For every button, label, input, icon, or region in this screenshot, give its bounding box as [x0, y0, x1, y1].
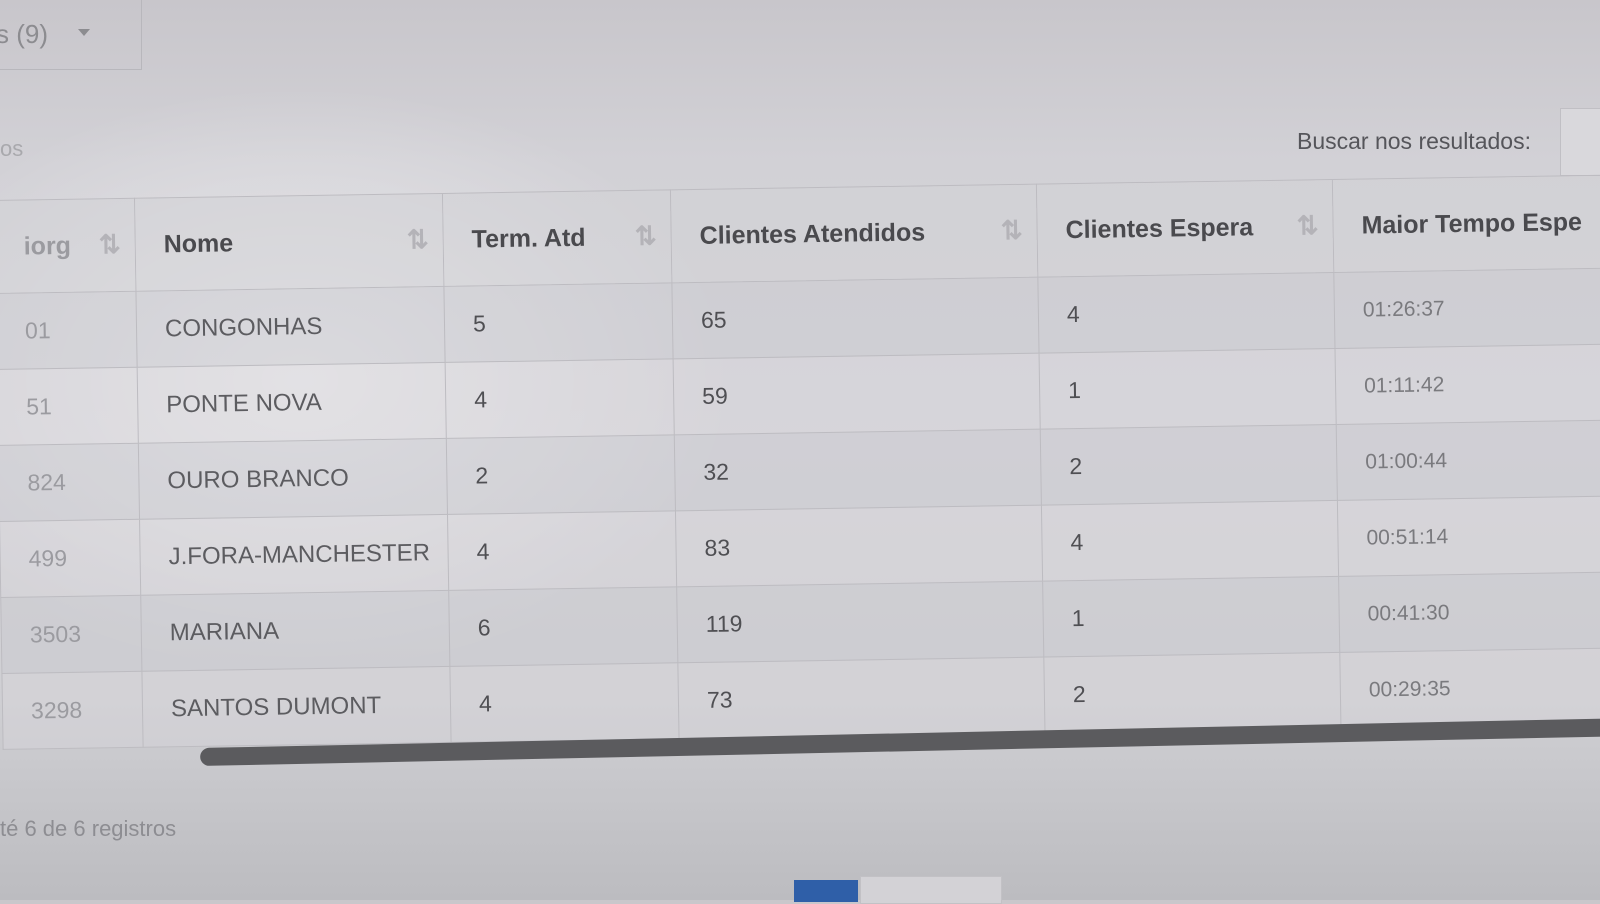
- cell-nome: OURO BRANCO: [138, 438, 448, 520]
- pagination-current-page[interactable]: [794, 880, 858, 902]
- sort-arrows-icon: ⇅: [1296, 210, 1315, 241]
- cell-clientes-atendidos: 73: [677, 657, 1046, 739]
- cell-maior-tempo: 00:51:14: [1337, 495, 1600, 577]
- sort-arrows-icon: ⇅: [406, 224, 425, 255]
- cell-clientes-atendidos: 32: [674, 429, 1042, 511]
- cell-clientes-atendidos: 59: [673, 353, 1041, 435]
- column-header-clientes-atendidos[interactable]: Clientes Atendidos ⇅: [670, 184, 1038, 283]
- partial-label: os: [0, 136, 24, 161]
- column-header-code[interactable]: iorg ⇅: [0, 198, 136, 294]
- cell-term-atd: 6: [448, 586, 678, 667]
- cell-term-atd: 4: [447, 510, 677, 591]
- dropdown-label: s (9): [0, 19, 48, 49]
- sort-arrows-icon: ⇅: [98, 229, 117, 260]
- cell-maior-tempo: 01:11:42: [1334, 343, 1600, 425]
- cell-nome: SANTOS DUMONT: [141, 666, 452, 748]
- cell-nome: MARIANA: [140, 590, 450, 672]
- cell-code: 499: [0, 519, 141, 598]
- cell-code: 01: [0, 291, 138, 370]
- column-header-term-atd[interactable]: Term. Atd ⇅: [442, 189, 672, 287]
- cell-clientes-espera: 1: [1042, 576, 1340, 658]
- cell-term-atd: 4: [449, 662, 680, 743]
- results-table-wrapper: iorg ⇅ Nome ⇅ Term. Atd ⇅ Clientes Atend…: [0, 174, 1600, 750]
- column-header-label: Maior Tempo Espe: [1361, 207, 1583, 240]
- column-header-label: Nome: [163, 228, 234, 258]
- cell-maior-tempo: 01:00:44: [1336, 419, 1600, 501]
- cell-code: 824: [0, 443, 140, 522]
- cell-clientes-atendidos: 65: [671, 277, 1040, 359]
- column-header-nome[interactable]: Nome ⇅: [134, 193, 444, 292]
- column-header-label: iorg: [23, 231, 72, 261]
- cell-maior-tempo: 00:41:30: [1338, 571, 1600, 653]
- cell-maior-tempo: 00:29:35: [1339, 647, 1600, 729]
- cell-term-atd: 2: [446, 434, 676, 515]
- column-header-label: Term. Atd: [471, 223, 586, 254]
- column-header-label: Clientes Atendidos: [699, 217, 926, 250]
- cell-term-atd: 5: [443, 282, 674, 363]
- cell-clientes-espera: 2: [1043, 652, 1341, 734]
- cell-clientes-atendidos: 83: [675, 505, 1043, 587]
- cell-nome: PONTE NOVA: [137, 362, 447, 444]
- cell-clientes-espera: 1: [1039, 348, 1337, 430]
- cell-clientes-espera: 4: [1037, 272, 1335, 354]
- caret-down-icon: [78, 29, 90, 36]
- cell-nome: CONGONHAS: [135, 286, 446, 368]
- sort-arrows-icon: ⇅: [634, 220, 653, 251]
- table-info: té 6 de 6 registros: [0, 816, 177, 841]
- search-label: Buscar nos resultados:: [1297, 128, 1531, 154]
- cell-code: 3298: [1, 671, 144, 750]
- cell-nome: J.FORA-MANCHESTER: [139, 514, 449, 596]
- results-table: iorg ⇅ Nome ⇅ Term. Atd ⇅ Clientes Atend…: [0, 174, 1600, 750]
- sort-arrows-icon: ⇅: [1000, 214, 1019, 246]
- column-filter-dropdown[interactable]: s (9): [0, 0, 142, 70]
- cell-clientes-espera: 4: [1041, 500, 1339, 582]
- search-input[interactable]: [1560, 108, 1600, 176]
- cell-code: 51: [0, 367, 139, 446]
- cell-clientes-atendidos: 119: [676, 581, 1044, 663]
- cell-clientes-espera: 2: [1040, 424, 1338, 506]
- cell-maior-tempo: 01:26:37: [1333, 267, 1600, 349]
- column-header-clientes-espera[interactable]: Clientes Espera ⇅: [1036, 179, 1334, 278]
- column-header-label: Clientes Espera: [1065, 212, 1254, 244]
- cell-code: 3503: [0, 595, 142, 674]
- cell-term-atd: 4: [445, 358, 675, 439]
- column-header-maior-tempo[interactable]: Maior Tempo Espe: [1332, 174, 1600, 273]
